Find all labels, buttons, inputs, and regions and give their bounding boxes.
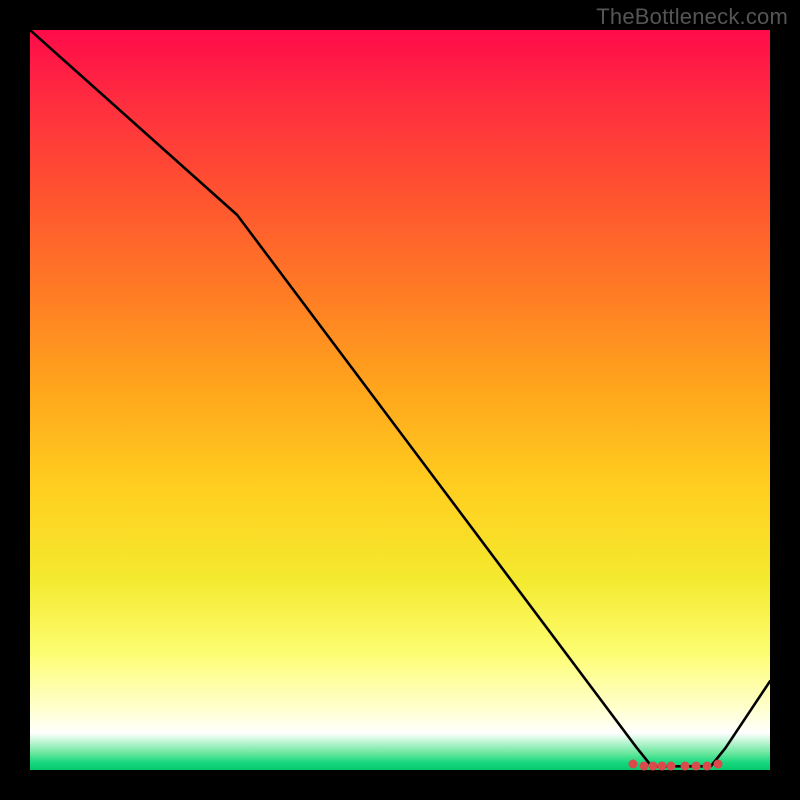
data-marker [629, 760, 638, 769]
data-marker [649, 762, 658, 771]
data-marker [640, 761, 649, 770]
data-marker [692, 762, 701, 771]
data-marker [666, 762, 675, 771]
data-marker [657, 762, 666, 771]
data-marker [680, 762, 689, 771]
plot-area [30, 30, 770, 770]
data-marker [703, 761, 712, 770]
chart-frame: TheBottleneck.com [0, 0, 800, 800]
data-marker [714, 760, 723, 769]
attribution-text: TheBottleneck.com [596, 4, 788, 30]
marker-layer [30, 30, 770, 770]
